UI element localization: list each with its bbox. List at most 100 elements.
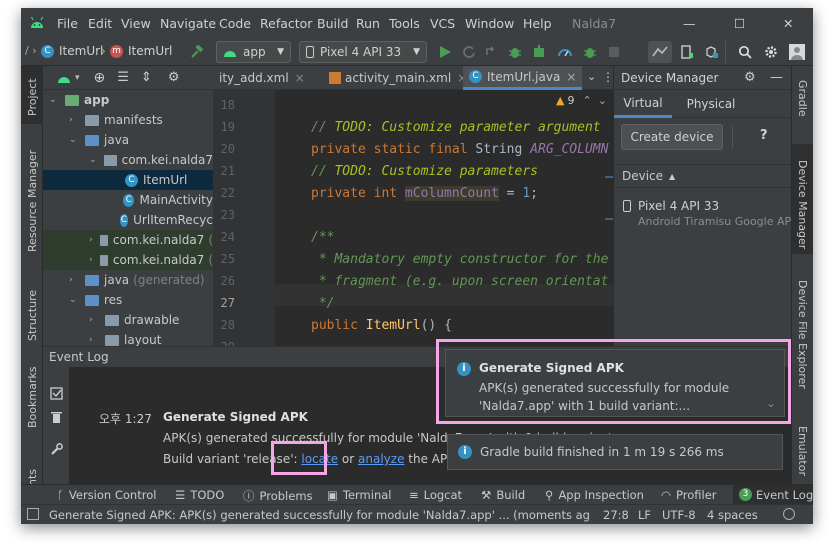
- status-message[interactable]: Generate Signed APK: APK(s) generated su…: [49, 508, 589, 522]
- chevron-right-icon[interactable]: ›: [89, 235, 94, 245]
- tab-activity-main-xml[interactable]: activity_main.xml ×: [323, 66, 473, 90]
- mark-read-icon[interactable]: [50, 387, 63, 400]
- device-select[interactable]: Pixel 4 API 33 ▼: [299, 41, 427, 63]
- chevron-down-icon[interactable]: ⌄: [69, 135, 79, 145]
- apply-changes-icon[interactable]: [462, 45, 476, 59]
- line-number[interactable]: 19: [213, 120, 235, 134]
- problems-tab[interactable]: ⓘ Problems: [243, 488, 313, 504]
- hammer-icon[interactable]: [190, 45, 204, 59]
- profiler-gauge-icon[interactable]: [558, 45, 572, 59]
- line-number[interactable]: 27: [213, 296, 235, 310]
- app-inspection-tab[interactable]: ⚲ App Inspection: [545, 488, 644, 502]
- menu-edit[interactable]: Edit: [88, 16, 112, 31]
- menu-help[interactable]: Help: [523, 16, 552, 31]
- gradle-tab[interactable]: Gradle: [796, 80, 809, 117]
- device-file-explorer-tab[interactable]: Device File Explorer: [796, 280, 809, 389]
- todo-tab[interactable]: ☰ TODO: [175, 488, 224, 502]
- project-tool-tab[interactable]: Project: [21, 66, 43, 124]
- tree-item[interactable]: ⌄ res: [43, 290, 213, 310]
- tree-item[interactable]: C UrlItemRecyc: [43, 210, 213, 230]
- apply-code-changes-icon[interactable]: [484, 45, 498, 59]
- indent-setting[interactable]: 4 spaces: [707, 508, 758, 522]
- android-view-icon[interactable]: [57, 73, 71, 83]
- line-number[interactable]: 18: [213, 98, 235, 112]
- line-number[interactable]: 20: [213, 142, 235, 156]
- bookmarks-tab[interactable]: Bookmarks: [26, 367, 39, 428]
- chevron-down-icon[interactable]: ⌄: [89, 155, 98, 165]
- tree-item[interactable]: ⌄ java: [43, 130, 213, 150]
- chevron-down-icon[interactable]: ⌄: [69, 295, 79, 305]
- create-device-button[interactable]: Create device: [621, 124, 723, 150]
- event-log-tab[interactable]: 3 Event Log: [733, 485, 813, 504]
- code-area[interactable]: ▲ 9 ⌃ ⌄ // TODO: Customize parameter arg…: [275, 90, 613, 346]
- run-config-select[interactable]: app ▼: [216, 41, 291, 63]
- tree-item[interactable]: ⌄ com.kei.nalda7: [43, 150, 213, 170]
- help-button[interactable]: ?: [760, 128, 768, 143]
- tree-item[interactable]: › java (generated): [43, 270, 213, 290]
- menu-window[interactable]: Window: [465, 16, 514, 31]
- chevron-right-icon[interactable]: ›: [69, 115, 79, 125]
- chevron-right-icon[interactable]: ›: [89, 315, 99, 325]
- view-chevron-icon[interactable]: ▾: [75, 73, 80, 83]
- device-manager-toggle[interactable]: [648, 41, 672, 63]
- close-window-button[interactable]: ✕: [783, 16, 793, 31]
- breadcrumb-method[interactable]: m ItemUrl: [110, 44, 172, 58]
- profiler-tab[interactable]: ◠ Profiler: [661, 488, 717, 502]
- chevron-right-icon[interactable]: ›: [69, 275, 79, 285]
- device-column-header[interactable]: Device ▲: [614, 164, 791, 188]
- debug-android-icon[interactable]: [583, 45, 597, 59]
- minimize-button[interactable]: —: [683, 16, 696, 31]
- close-tab-icon[interactable]: ×: [295, 71, 305, 85]
- inspection-widget[interactable]: ▲ 9 ⌃ ⌄: [556, 94, 607, 107]
- device-manager-tab[interactable]: Device Manager: [792, 144, 813, 254]
- line-number[interactable]: 23: [213, 208, 235, 222]
- build-tab[interactable]: ⚒ Build: [481, 488, 525, 502]
- menu-vcs[interactable]: VCS: [430, 16, 455, 31]
- search-icon[interactable]: [738, 45, 752, 59]
- prev-highlight-icon[interactable]: ⌃: [582, 94, 591, 107]
- line-number[interactable]: 26: [213, 274, 235, 288]
- tree-item[interactable]: C ItemUrl: [43, 170, 213, 190]
- gear-icon[interactable]: [764, 45, 778, 59]
- line-number[interactable]: 21: [213, 164, 235, 178]
- menu-refactor[interactable]: Refactor: [260, 16, 312, 31]
- wrench-icon[interactable]: [50, 443, 63, 456]
- memory-indicator-icon[interactable]: [783, 508, 795, 520]
- gradle-notification[interactable]: i Gradle build finished in 1 m 19 s 266 …: [447, 434, 783, 470]
- version-control-tab[interactable]: ᚴ Version Control: [57, 488, 156, 502]
- chevron-right-icon[interactable]: ›: [89, 255, 94, 265]
- menu-run[interactable]: Run: [356, 16, 380, 31]
- close-tab-icon[interactable]: ×: [566, 70, 576, 84]
- tree-item[interactable]: ⌄ app: [43, 90, 213, 110]
- line-number[interactable]: 22: [213, 186, 235, 200]
- tab-physical[interactable]: Physical: [672, 90, 750, 118]
- avatar-icon[interactable]: [789, 44, 805, 60]
- tree-item[interactable]: C MainActivity: [43, 190, 213, 210]
- device-row[interactable]: Pixel 4 API 33 Android Tiramisu Google A…: [614, 194, 791, 230]
- hide-panel-icon[interactable]: —: [770, 70, 783, 85]
- file-encoding[interactable]: UTF-8: [662, 508, 696, 522]
- breadcrumb-class[interactable]: C ItemUrl: [41, 44, 103, 58]
- menu-file[interactable]: File: [57, 16, 78, 31]
- analyze-link[interactable]: analyze: [358, 452, 404, 466]
- stop-icon[interactable]: [607, 45, 621, 59]
- next-highlight-icon[interactable]: ⌄: [598, 94, 607, 107]
- locate-target-icon[interactable]: ⊕: [94, 70, 106, 86]
- maximize-button[interactable]: ☐: [734, 16, 745, 31]
- resource-manager-tab[interactable]: Resource Manager: [26, 150, 39, 252]
- menu-code[interactable]: Code: [219, 16, 251, 31]
- tree-item[interactable]: › com.kei.nalda7(: [43, 250, 213, 270]
- chevron-right-icon[interactable]: ›: [89, 335, 99, 345]
- menu-build[interactable]: Build: [317, 16, 348, 31]
- debug-icon[interactable]: [508, 45, 522, 59]
- line-number[interactable]: 25: [213, 252, 235, 266]
- collapse-all-icon[interactable]: ☰: [117, 70, 129, 85]
- panel-gear-icon[interactable]: ⚙: [168, 70, 180, 85]
- logcat-tab[interactable]: ≡ Logcat: [409, 488, 462, 502]
- menu-navigate[interactable]: Navigate: [160, 16, 216, 31]
- tree-item[interactable]: › drawable: [43, 310, 213, 330]
- run-icon[interactable]: [438, 45, 452, 59]
- chevron-down-icon[interactable]: ⌄: [49, 95, 59, 105]
- tree-item[interactable]: › manifests: [43, 110, 213, 130]
- expand-all-icon[interactable]: ⇕: [141, 70, 152, 85]
